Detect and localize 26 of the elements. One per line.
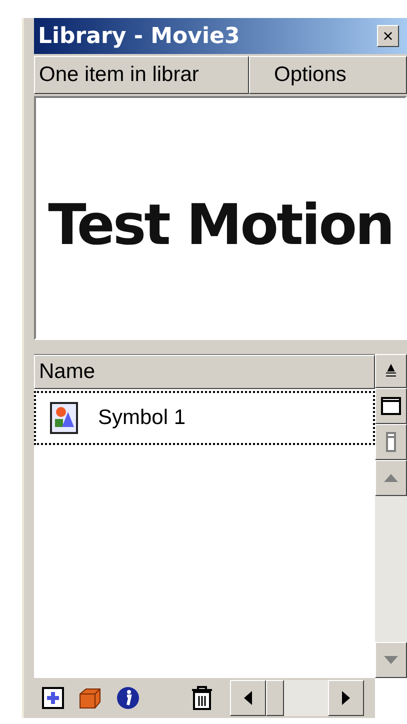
folder-box-icon[interactable] xyxy=(78,686,102,710)
narrow-window-icon xyxy=(386,432,396,452)
graphic-symbol-icon xyxy=(50,402,78,434)
scroll-thumb[interactable] xyxy=(266,680,284,716)
sort-button[interactable] xyxy=(375,354,407,388)
horizontal-scrollbar[interactable] xyxy=(230,680,364,716)
column-header[interactable]: Name xyxy=(34,355,375,389)
narrow-view-button[interactable] xyxy=(375,424,407,460)
up-arrow-icon[interactable] xyxy=(384,474,398,482)
info-icon[interactable] xyxy=(116,686,140,710)
wide-view-button[interactable] xyxy=(375,388,407,424)
down-arrow-icon[interactable] xyxy=(384,656,398,664)
library-info-tab[interactable]: One item in librar xyxy=(34,56,249,94)
right-arrow-icon[interactable] xyxy=(342,691,350,705)
trash-icon[interactable] xyxy=(190,685,214,711)
options-menu-button[interactable]: Options xyxy=(249,56,407,94)
library-item[interactable]: Symbol 1 xyxy=(34,391,375,445)
preview-text: Test Motion xyxy=(48,198,393,254)
item-name: Symbol 1 xyxy=(98,405,186,432)
sort-icon xyxy=(384,364,398,378)
close-button[interactable]: × xyxy=(377,25,399,47)
new-symbol-icon[interactable] xyxy=(42,687,64,709)
window-title: Library - Movie3 xyxy=(38,22,240,50)
left-arrow-icon[interactable] xyxy=(244,691,252,705)
window-icon xyxy=(381,397,401,415)
vertical-scrollbar[interactable] xyxy=(375,460,407,678)
